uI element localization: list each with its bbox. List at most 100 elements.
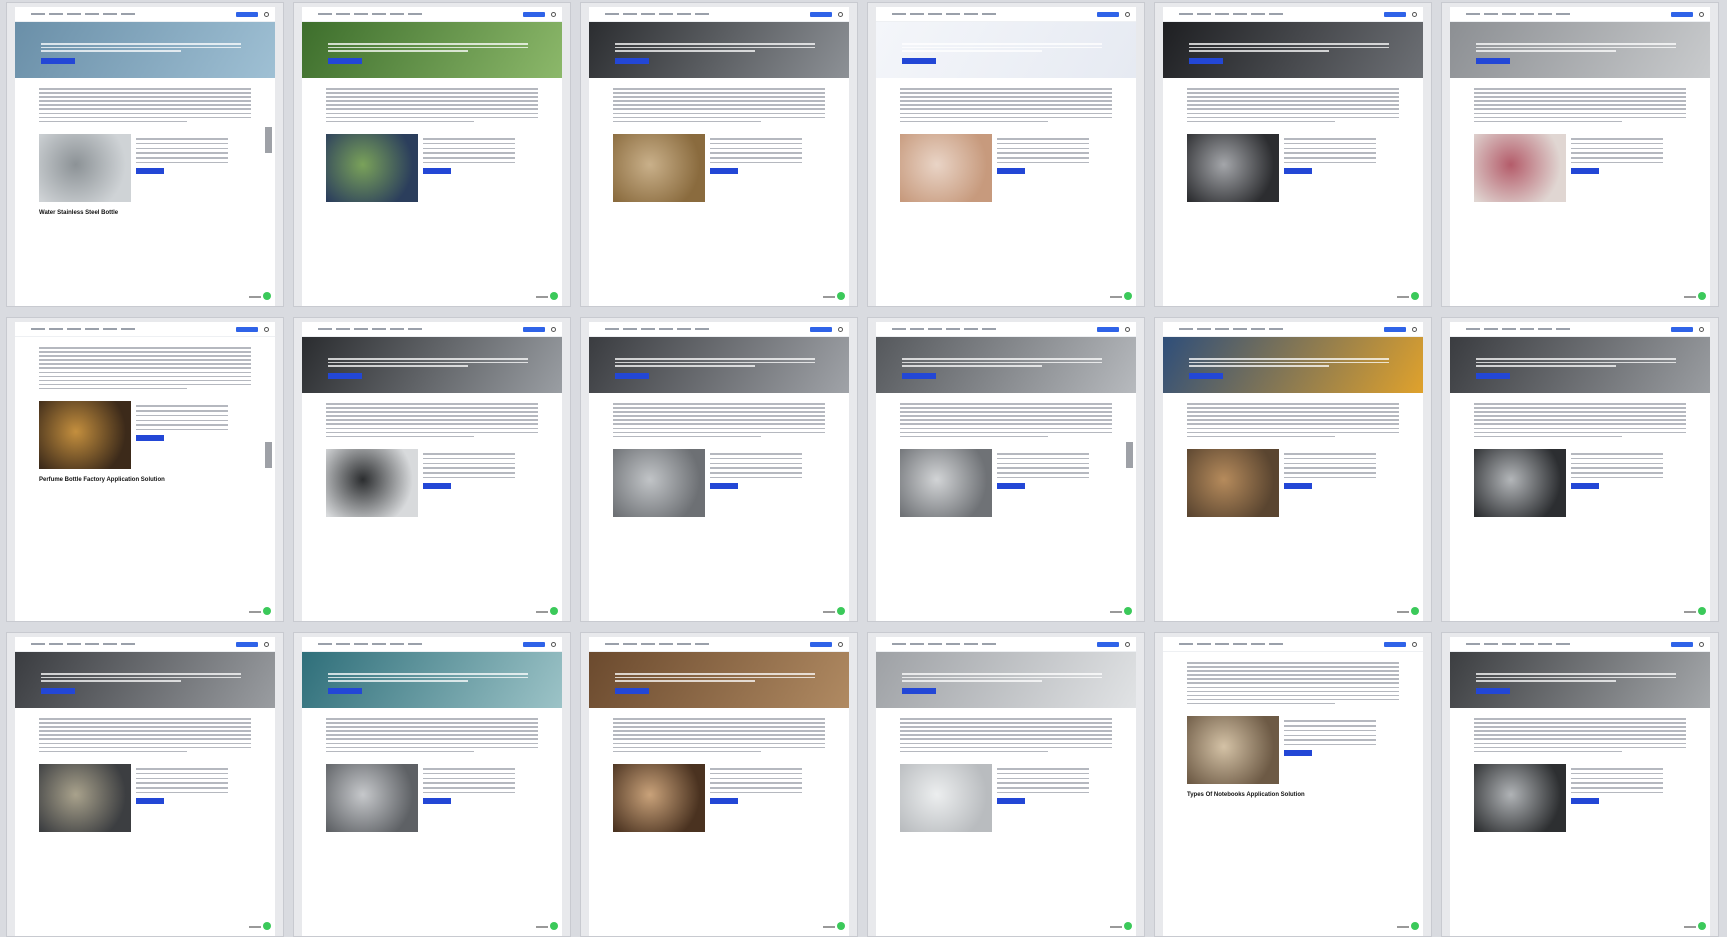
inquiry-button[interactable] <box>997 483 1025 490</box>
contact-button[interactable] <box>523 11 545 17</box>
hero-cta-button[interactable] <box>615 373 649 379</box>
whatsapp-chat-icon[interactable] <box>263 292 271 300</box>
whatsapp-chat-icon[interactable] <box>550 922 558 930</box>
hero-cta-button[interactable] <box>1189 58 1223 64</box>
hero-cta-button[interactable] <box>615 58 649 64</box>
contact-button[interactable] <box>236 641 258 647</box>
search-icon[interactable] <box>1412 641 1417 647</box>
search-icon[interactable] <box>1125 11 1130 17</box>
whatsapp-chat-icon[interactable] <box>1698 922 1706 930</box>
contact-button[interactable] <box>1671 641 1693 647</box>
search-icon[interactable] <box>264 641 269 647</box>
whatsapp-chat-icon[interactable] <box>263 607 271 615</box>
search-icon[interactable] <box>264 326 269 332</box>
whatsapp-chat-icon[interactable] <box>1698 607 1706 615</box>
inquiry-button[interactable] <box>423 798 451 805</box>
hero-cta-button[interactable] <box>328 58 362 64</box>
whatsapp-chat-icon[interactable] <box>1411 922 1419 930</box>
page-thumbnail[interactable] <box>580 632 858 937</box>
contact-button[interactable] <box>810 326 832 332</box>
hero-cta-button[interactable] <box>328 688 362 694</box>
contact-button[interactable] <box>1384 11 1406 17</box>
whatsapp-chat-icon[interactable] <box>837 922 845 930</box>
hero-cta-button[interactable] <box>1476 58 1510 64</box>
page-thumbnail[interactable] <box>1441 632 1719 937</box>
hero-cta-button[interactable] <box>902 373 936 379</box>
hero-cta-button[interactable] <box>1476 373 1510 379</box>
search-icon[interactable] <box>838 11 843 17</box>
hero-cta-button[interactable] <box>41 58 75 64</box>
search-icon[interactable] <box>838 641 843 647</box>
page-thumbnail[interactable] <box>293 2 571 307</box>
contact-button[interactable] <box>1671 11 1693 17</box>
inquiry-button[interactable] <box>136 435 164 442</box>
whatsapp-chat-icon[interactable] <box>1411 607 1419 615</box>
whatsapp-chat-icon[interactable] <box>837 292 845 300</box>
inquiry-button[interactable] <box>1571 168 1599 175</box>
search-icon[interactable] <box>1699 641 1704 647</box>
inquiry-button[interactable] <box>1284 168 1312 175</box>
contact-button[interactable] <box>1097 641 1119 647</box>
whatsapp-chat-icon[interactable] <box>1411 292 1419 300</box>
page-thumbnail[interactable] <box>293 632 571 937</box>
scrollbar-thumb[interactable] <box>265 442 272 468</box>
hero-cta-button[interactable] <box>1476 688 1510 694</box>
whatsapp-chat-icon[interactable] <box>550 607 558 615</box>
page-thumbnail[interactable] <box>1441 317 1719 622</box>
inquiry-button[interactable] <box>423 483 451 490</box>
page-thumbnail[interactable] <box>867 2 1145 307</box>
hero-cta-button[interactable] <box>615 688 649 694</box>
search-icon[interactable] <box>551 326 556 332</box>
inquiry-button[interactable] <box>136 798 164 805</box>
contact-button[interactable] <box>236 11 258 17</box>
search-icon[interactable] <box>1412 326 1417 332</box>
search-icon[interactable] <box>1125 641 1130 647</box>
hero-cta-button[interactable] <box>1189 373 1223 379</box>
contact-button[interactable] <box>1384 641 1406 647</box>
hero-cta-button[interactable] <box>41 688 75 694</box>
page-thumbnail[interactable] <box>1154 2 1432 307</box>
whatsapp-chat-icon[interactable] <box>1124 922 1132 930</box>
inquiry-button[interactable] <box>997 798 1025 805</box>
page-thumbnail[interactable] <box>867 632 1145 937</box>
hero-cta-button[interactable] <box>902 688 936 694</box>
page-thumbnail[interactable] <box>6 632 284 937</box>
contact-button[interactable] <box>1097 11 1119 17</box>
page-thumbnail[interactable] <box>867 317 1145 622</box>
contact-button[interactable] <box>1384 326 1406 332</box>
inquiry-button[interactable] <box>997 168 1025 175</box>
contact-button[interactable] <box>1671 326 1693 332</box>
whatsapp-chat-icon[interactable] <box>837 607 845 615</box>
contact-button[interactable] <box>810 11 832 17</box>
whatsapp-chat-icon[interactable] <box>550 292 558 300</box>
inquiry-button[interactable] <box>1284 750 1312 757</box>
page-thumbnail[interactable] <box>293 317 571 622</box>
contact-button[interactable] <box>523 326 545 332</box>
hero-cta-button[interactable] <box>902 58 936 64</box>
page-thumbnail[interactable]: Types Of Notebooks Application Solution <box>1154 632 1432 937</box>
scrollbar-thumb[interactable] <box>265 127 272 153</box>
page-thumbnail[interactable] <box>580 317 858 622</box>
inquiry-button[interactable] <box>710 798 738 805</box>
search-icon[interactable] <box>1699 11 1704 17</box>
inquiry-button[interactable] <box>1571 798 1599 805</box>
whatsapp-chat-icon[interactable] <box>1124 292 1132 300</box>
search-icon[interactable] <box>551 641 556 647</box>
whatsapp-chat-icon[interactable] <box>1698 292 1706 300</box>
page-thumbnail[interactable] <box>1441 2 1719 307</box>
inquiry-button[interactable] <box>423 168 451 175</box>
inquiry-button[interactable] <box>1571 483 1599 490</box>
page-thumbnail[interactable]: Perfume Bottle Factory Application Solut… <box>6 317 284 622</box>
inquiry-button[interactable] <box>710 483 738 490</box>
page-thumbnail[interactable]: Water Stainless Steel Bottle <box>6 2 284 307</box>
scrollbar-thumb[interactable] <box>1126 442 1133 468</box>
search-icon[interactable] <box>264 11 269 17</box>
inquiry-button[interactable] <box>136 168 164 175</box>
search-icon[interactable] <box>551 11 556 17</box>
inquiry-button[interactable] <box>710 168 738 175</box>
page-thumbnail[interactable] <box>1154 317 1432 622</box>
whatsapp-chat-icon[interactable] <box>1124 607 1132 615</box>
inquiry-button[interactable] <box>1284 483 1312 490</box>
contact-button[interactable] <box>810 641 832 647</box>
page-thumbnail[interactable] <box>580 2 858 307</box>
